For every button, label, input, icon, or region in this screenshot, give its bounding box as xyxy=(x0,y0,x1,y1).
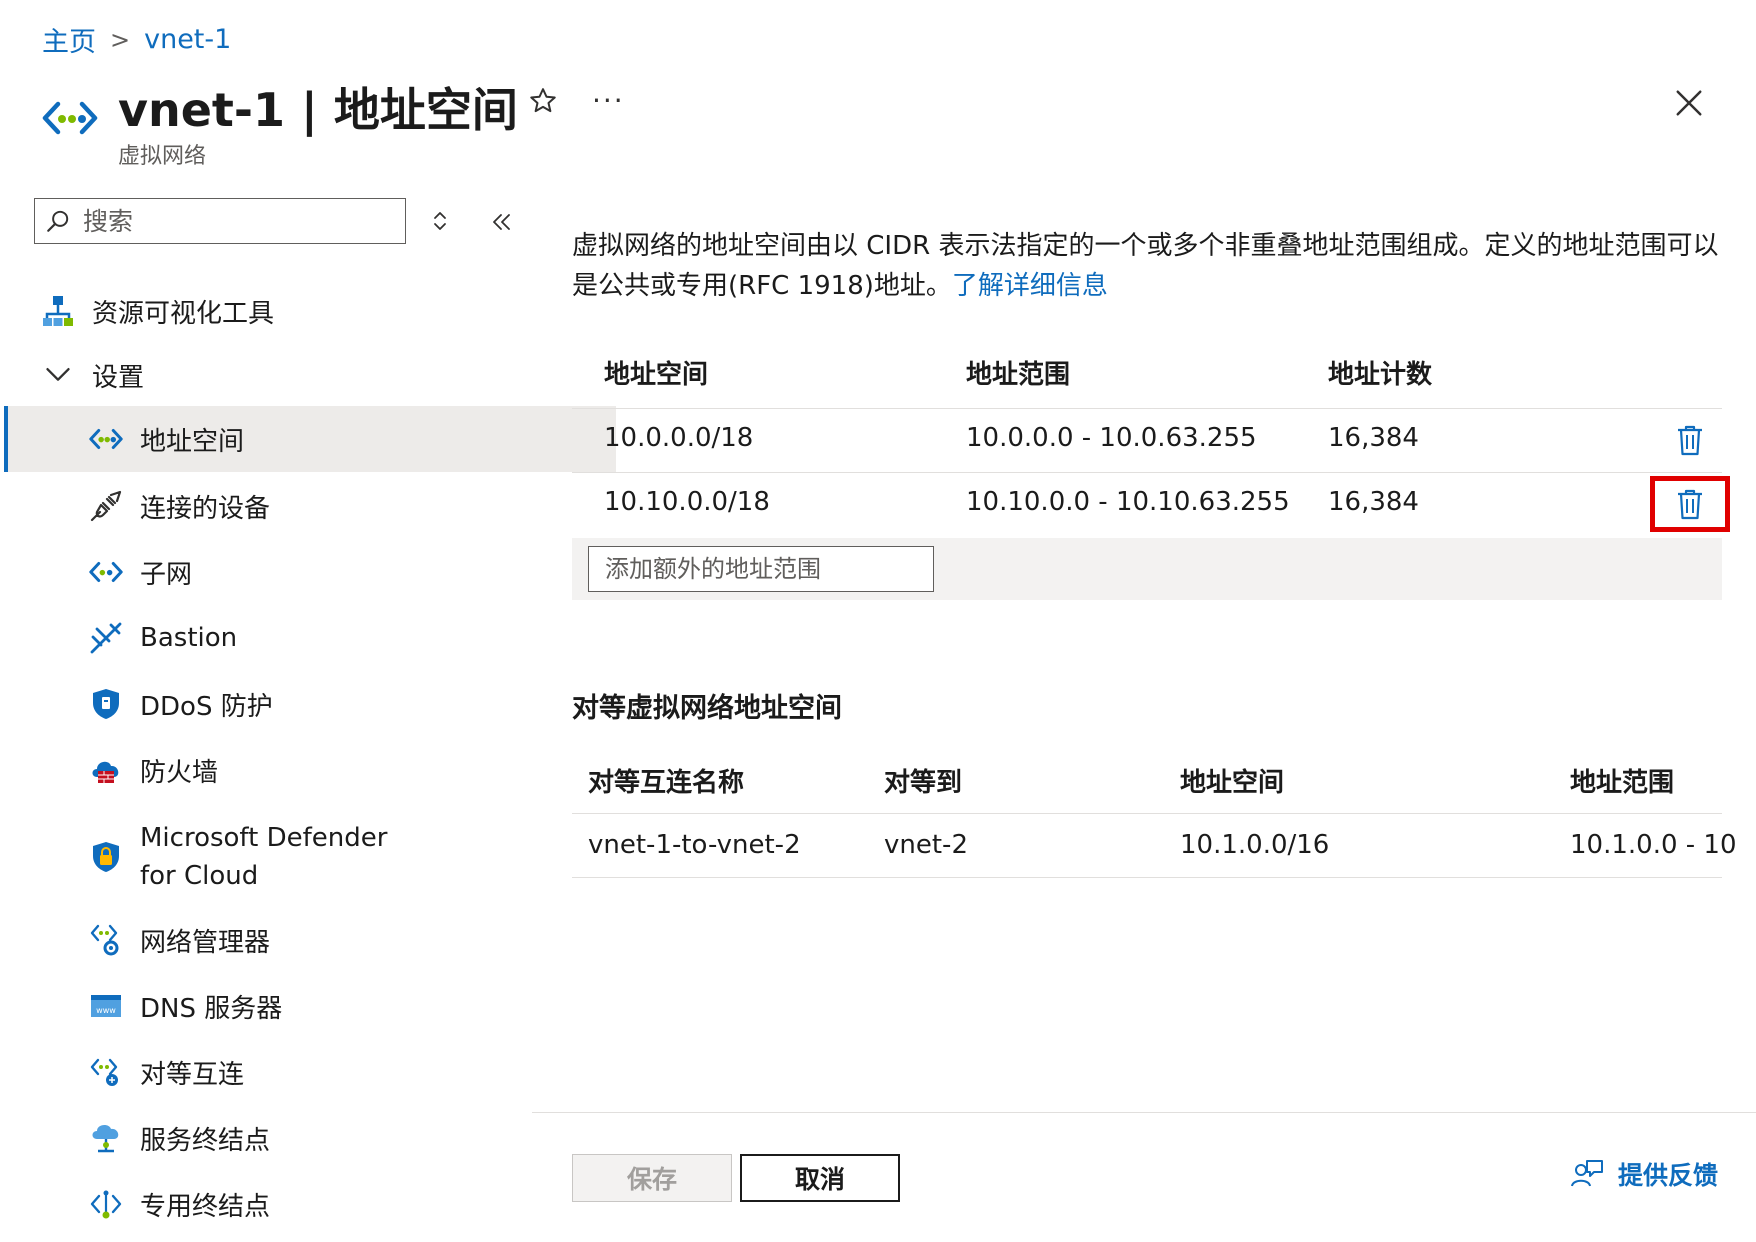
delete-row-1-trash-icon[interactable] xyxy=(1676,424,1704,456)
sidebar-item-label: 设置 xyxy=(92,362,145,393)
description: 虚拟网络的地址空间由以 CIDR 表示法指定的一个或多个非重叠地址范围组成。定义… xyxy=(572,226,1722,306)
cell-address-range: 10.10.0.0 - 10.10.63.255 xyxy=(966,487,1290,517)
sidebar-item-label: 专用终结点 xyxy=(140,1191,271,1222)
chevron-down-icon xyxy=(40,357,76,393)
peer-vnet-link[interactable]: vnet-2 xyxy=(884,830,968,860)
sidebar-item-private-endpoints[interactable]: 专用终结点 xyxy=(4,1174,616,1234)
dns-icon: www xyxy=(88,988,124,1024)
sidebar-item-resource-visualizer[interactable]: 资源可视化工具 xyxy=(4,282,568,340)
sidebar-item-label: DDoS 防护 xyxy=(140,691,273,722)
column-header-address-space: 地址空间 xyxy=(604,360,709,390)
resource-visualizer-icon xyxy=(40,293,76,329)
page-title: vnet-1 | 地址空间 xyxy=(118,83,518,137)
sidebar-item-firewall[interactable]: 防火墙 xyxy=(4,740,616,800)
cell-peer-address-space: 10.1.0.0/16 xyxy=(1180,830,1330,860)
defender-shield-icon xyxy=(88,839,124,875)
sidebar-item-label: 地址空间 xyxy=(140,426,245,457)
sidebar-group-settings[interactable]: 设置 xyxy=(4,346,568,404)
sidebar-item-label: 防火墙 xyxy=(140,757,219,788)
footer-divider xyxy=(532,1112,1756,1113)
vnet-icon xyxy=(42,101,98,135)
sidebar-item-label: Microsoft Defender for Cloud xyxy=(140,823,388,891)
network-manager-icon xyxy=(88,922,124,958)
sidebar-item-label: 网络管理器 xyxy=(140,927,271,958)
table-divider xyxy=(572,877,1722,878)
column-header-peer-address-range: 地址范围 xyxy=(1570,768,1675,798)
sidebar-item-address-space[interactable]: 地址空间 xyxy=(4,406,616,472)
table-divider xyxy=(572,472,1722,473)
cell-address-count: 16,384 xyxy=(1328,487,1419,517)
cell-address-space: 10.0.0.0/18 xyxy=(604,423,754,453)
page-subtitle: 虚拟网络 xyxy=(118,144,207,169)
sidebar-item-network-manager[interactable]: 网络管理器 xyxy=(4,910,616,970)
sidebar-item-label: 连接的设备 xyxy=(140,493,271,524)
table-divider xyxy=(572,408,1722,409)
close-icon[interactable] xyxy=(1674,88,1704,118)
description-text: 虚拟网络的地址空间由以 CIDR 表示法指定的一个或多个非重叠地址范围组成。定义… xyxy=(572,231,1719,301)
column-header-peering-name: 对等互连名称 xyxy=(588,768,745,798)
vnet-icon xyxy=(88,421,124,457)
star-icon[interactable] xyxy=(528,86,558,116)
private-endpoint-icon xyxy=(88,1186,124,1222)
cell-address-range: 10.0.0.0 - 10.0.63.255 xyxy=(966,423,1257,453)
search-box xyxy=(34,198,406,244)
sidebar-item-label: DNS 服务器 xyxy=(140,993,283,1024)
collapse-sidebar-icon[interactable] xyxy=(490,210,514,234)
peering-name-link[interactable]: vnet-1-to-vnet-2 xyxy=(588,830,801,860)
cancel-button[interactable]: 取消 xyxy=(740,1154,900,1202)
sidebar-item-subnets[interactable]: 子网 xyxy=(4,542,616,602)
more-options-button[interactable]: ··· xyxy=(592,84,625,117)
plug-icon xyxy=(88,488,124,524)
section-title-peered: 对等虚拟网络地址空间 xyxy=(572,693,842,724)
learn-more-link[interactable]: 了解详细信息 xyxy=(952,271,1108,301)
column-header-peer-address-space: 地址空间 xyxy=(1180,768,1285,798)
feedback-label: 提供反馈 xyxy=(1618,1161,1719,1190)
search-input[interactable] xyxy=(81,205,385,237)
breadcrumb-separator: > xyxy=(110,25,131,54)
save-button[interactable]: 保存 xyxy=(572,1154,732,1202)
sidebar-item-ddos[interactable]: DDoS 防护 xyxy=(4,674,616,734)
sidebar-item-label: 服务终结点 xyxy=(140,1125,271,1156)
cell-address-space: 10.10.0.0/18 xyxy=(604,487,770,517)
breadcrumb-home-link[interactable]: 主页 xyxy=(42,20,96,59)
firewall-icon xyxy=(88,752,124,788)
sidebar-item-label: 资源可视化工具 xyxy=(92,298,275,329)
feedback-link[interactable]: 提供反馈 xyxy=(1570,1156,1718,1192)
sidebar-item-peering[interactable]: 对等互连 xyxy=(4,1042,616,1102)
sidebar-item-bastion[interactable]: Bastion xyxy=(4,608,616,668)
add-address-range-input[interactable] xyxy=(588,546,934,592)
sidebar-item-service-endpoints[interactable]: 服务终结点 xyxy=(4,1108,616,1168)
ddos-shield-icon xyxy=(88,686,124,722)
column-header-peer-to: 对等到 xyxy=(884,768,963,798)
sidebar-item-label: 子网 xyxy=(140,559,193,590)
peering-icon xyxy=(88,1054,124,1090)
sidebar-item-dns[interactable]: www DNS 服务器 xyxy=(4,976,616,1036)
subnet-icon xyxy=(88,554,124,590)
table-divider xyxy=(572,813,1722,814)
highlight-box xyxy=(1650,476,1730,532)
cell-peer-address-range: 10.1.0.0 - 10 xyxy=(1570,830,1737,860)
sidebar-item-connected-devices[interactable]: 连接的设备 xyxy=(4,476,616,536)
sidebar-item-defender[interactable]: Microsoft Defender for Cloud xyxy=(4,812,616,902)
feedback-icon xyxy=(1571,1160,1603,1187)
search-icon xyxy=(47,210,69,232)
bastion-icon xyxy=(88,620,124,656)
sidebar-item-label: 对等互连 xyxy=(140,1059,245,1090)
service-endpoint-icon xyxy=(88,1120,124,1156)
sort-updown-icon[interactable] xyxy=(430,208,450,234)
cell-address-count: 16,384 xyxy=(1328,423,1419,453)
column-header-address-count: 地址计数 xyxy=(1328,360,1433,390)
breadcrumb: 主页 > vnet-1 xyxy=(42,20,231,59)
breadcrumb-current-link[interactable]: vnet-1 xyxy=(144,24,231,55)
svg-text:www: www xyxy=(96,1006,116,1015)
sidebar-item-label: Bastion xyxy=(140,623,238,653)
column-header-address-range: 地址范围 xyxy=(966,360,1071,390)
